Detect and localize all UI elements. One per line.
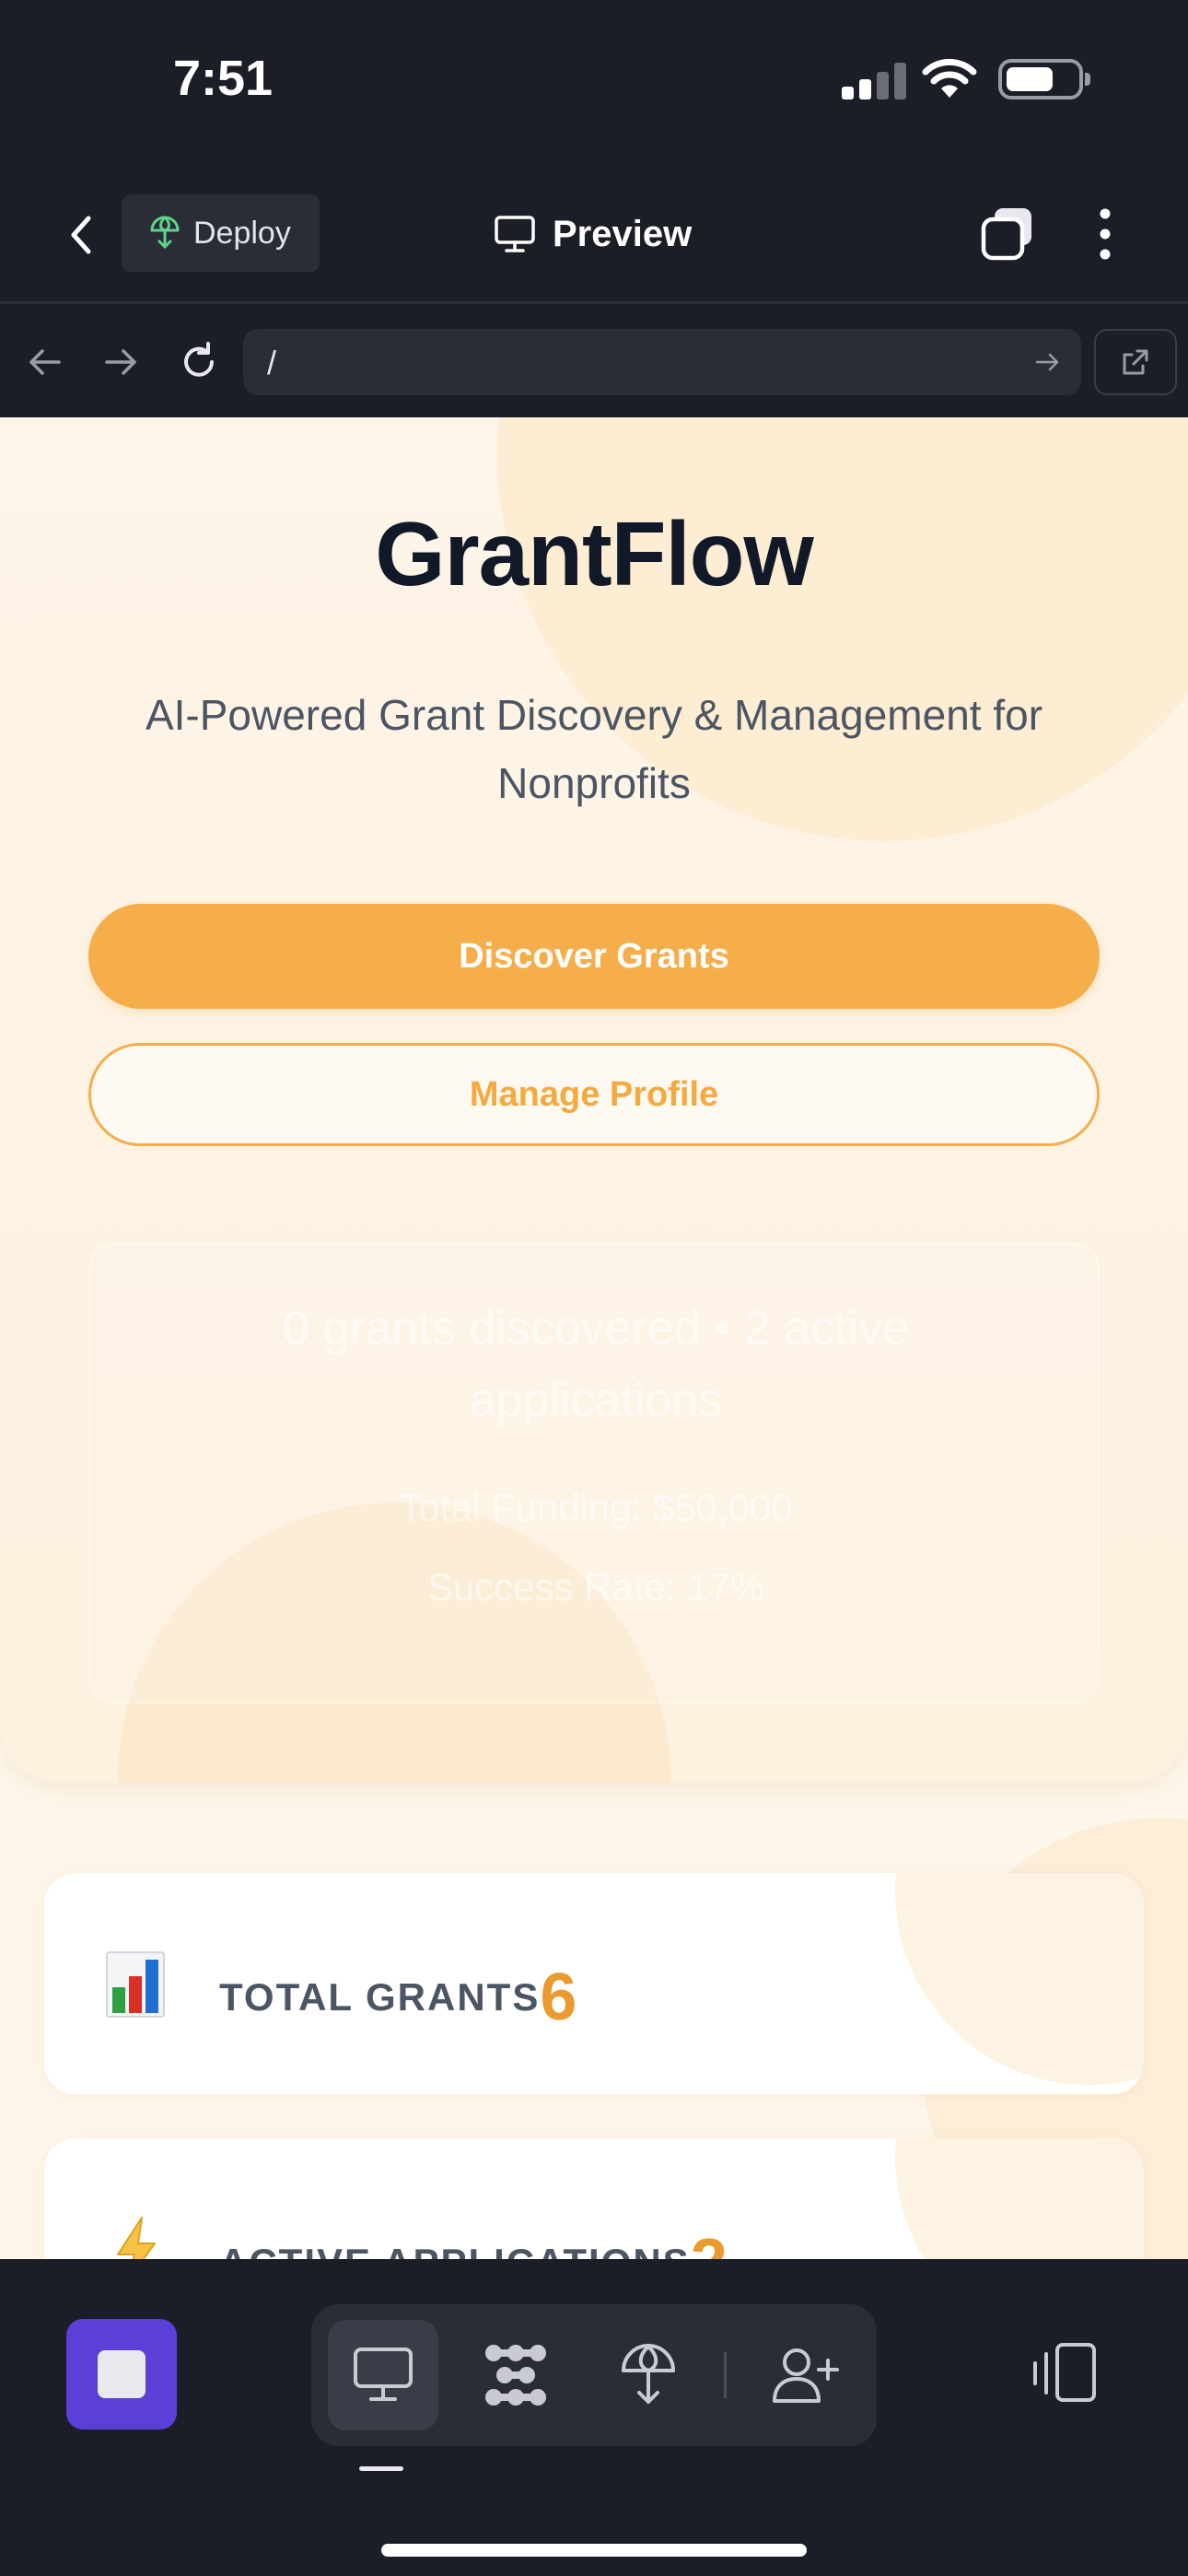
arrow-right-icon[interactable] xyxy=(99,340,144,384)
open-external-button[interactable] xyxy=(1094,329,1177,395)
battery-icon xyxy=(998,59,1090,100)
toolbar-divider xyxy=(724,2352,727,2398)
add-user-icon xyxy=(773,2348,839,2403)
invite-user-button[interactable] xyxy=(750,2320,860,2430)
url-field[interactable]: / xyxy=(243,329,1081,395)
decorative-blob xyxy=(895,2138,1144,2259)
workspace-icon xyxy=(485,2345,546,2406)
tool-group xyxy=(311,2304,877,2446)
workspace-button[interactable] xyxy=(460,2320,571,2430)
bar-chart-icon xyxy=(106,1951,165,2018)
status-time: 7:51 xyxy=(173,51,274,106)
arrow-left-icon[interactable] xyxy=(22,340,66,384)
metric-card-active-applications: ACTIVE APPLICATIONS2 xyxy=(44,2138,1144,2259)
desktop-preview-icon xyxy=(354,2348,413,2401)
desktop-preview-button[interactable] xyxy=(328,2320,438,2430)
metric-value: 2 xyxy=(691,2226,728,2259)
page-title: GrantFlow xyxy=(375,503,814,604)
active-tab-indicator xyxy=(359,2466,403,2471)
back-chevron-icon[interactable] xyxy=(55,207,111,263)
browser-nav-bar: / xyxy=(0,307,1188,417)
page-subtitle: AI-Powered Grant Discovery & Management … xyxy=(145,691,1043,807)
url-text: / xyxy=(267,344,277,381)
status-bar: 7:51 xyxy=(0,0,1188,166)
deploy-icon xyxy=(150,216,180,249)
monitor-icon xyxy=(495,216,535,252)
bottom-toolbar xyxy=(0,2260,1188,2576)
discover-grants-button[interactable]: Discover Grants xyxy=(88,904,1100,1009)
more-vertical-icon[interactable] xyxy=(1087,205,1124,263)
tabs-icon[interactable] xyxy=(978,205,1037,263)
go-arrow-icon[interactable] xyxy=(1033,347,1063,377)
lightning-icon xyxy=(117,2217,156,2259)
decorative-blob xyxy=(895,1873,1144,2085)
hero-section: GrantFlow AI-Powered Grant Discovery & M… xyxy=(0,417,1188,1783)
stop-icon xyxy=(98,2350,146,2398)
home-indicator xyxy=(381,2544,807,2557)
stats-summary: 0 grants discovered • 2 active applicati… xyxy=(282,1302,910,1427)
metric-value: 6 xyxy=(540,1961,577,2034)
wifi-icon xyxy=(922,58,977,98)
cellular-signal-icon xyxy=(842,63,906,100)
app-top-bar: Deploy Preview xyxy=(0,166,1188,304)
metric-label: ACTIVE APPLICATIONS2 xyxy=(219,2225,728,2259)
stop-button[interactable] xyxy=(66,2319,177,2430)
open-external-icon xyxy=(1123,349,1148,375)
deploy-button[interactable]: Deploy xyxy=(122,194,320,272)
metric-card-total-grants: TOTAL GRANTS6 xyxy=(44,1873,1144,2094)
reload-icon[interactable] xyxy=(177,340,221,384)
stats-card: 0 grants discovered • 2 active applicati… xyxy=(88,1243,1100,1704)
device-toggle-icon[interactable] xyxy=(1030,2339,1103,2413)
web-preview: GrantFlow AI-Powered Grant Discovery & M… xyxy=(0,417,1188,2259)
deploy-label: Deploy xyxy=(193,215,291,251)
deploy-tool-icon xyxy=(622,2344,675,2404)
success-rate: Success Rate: 17% xyxy=(426,1565,765,1609)
deploy-tool-button[interactable] xyxy=(593,2320,704,2430)
metric-label: TOTAL GRANTS6 xyxy=(219,1961,577,2034)
preview-label: Preview xyxy=(553,213,693,254)
manage-profile-button[interactable]: Manage Profile xyxy=(88,1043,1100,1146)
preview-title: Preview xyxy=(494,208,692,260)
total-funding: Total Funding: $50,000 xyxy=(399,1486,793,1529)
